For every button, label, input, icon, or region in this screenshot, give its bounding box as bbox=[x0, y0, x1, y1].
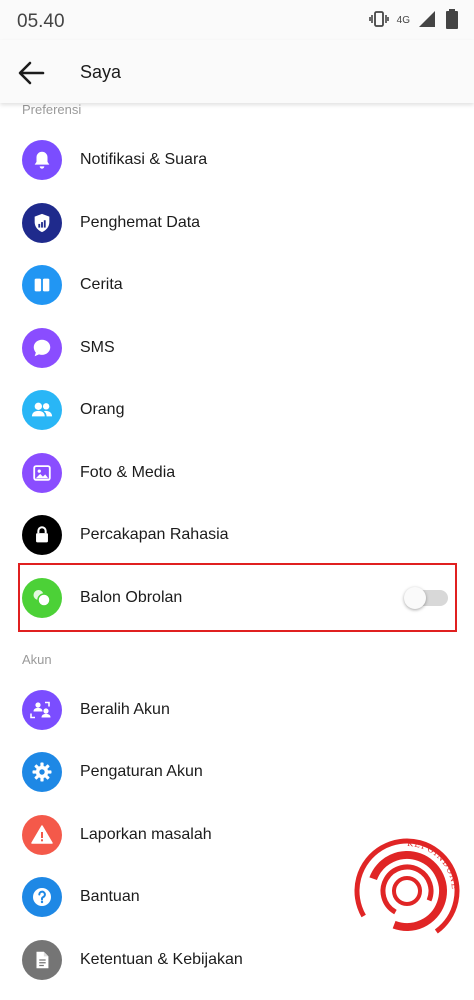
settings-item-notifications[interactable]: Notifikasi & Suara bbox=[0, 129, 474, 191]
settings-item-label: Notifikasi & Suara bbox=[80, 151, 208, 168]
lock-icon bbox=[22, 515, 62, 555]
settings-item-sms[interactable]: SMS bbox=[0, 317, 474, 379]
settings-item-people[interactable]: Orang bbox=[0, 379, 474, 441]
help-icon bbox=[22, 877, 62, 917]
battery-icon bbox=[444, 8, 460, 34]
settings-item-data-saver[interactable]: Penghemat Data bbox=[0, 192, 474, 254]
chat-bubble-icon bbox=[22, 328, 62, 368]
settings-item-label: Cerita bbox=[80, 276, 123, 293]
network-type-label: 4G bbox=[396, 15, 410, 26]
settings-item-label: SMS bbox=[80, 339, 115, 356]
settings-item-stories[interactable]: Cerita bbox=[0, 254, 474, 316]
switch-account-icon bbox=[22, 690, 62, 730]
settings-item-photos-media[interactable]: Foto & Media bbox=[0, 442, 474, 504]
settings-item-label: Percakapan Rahasia bbox=[80, 526, 229, 543]
bell-icon bbox=[22, 140, 62, 180]
gear-icon bbox=[22, 752, 62, 792]
document-icon bbox=[22, 940, 62, 980]
signal-icon bbox=[418, 10, 436, 33]
settings-item-label: Pengaturan Akun bbox=[80, 763, 203, 780]
app-bar: Saya bbox=[0, 40, 474, 103]
page-title: Saya bbox=[80, 62, 122, 82]
back-arrow-icon bbox=[18, 61, 45, 85]
warning-icon bbox=[22, 815, 62, 855]
back-button[interactable] bbox=[12, 54, 50, 92]
settings-item-label: Penghemat Data bbox=[80, 214, 201, 231]
vibrate-icon bbox=[368, 10, 389, 33]
settings-item-label: Foto & Media bbox=[80, 464, 176, 481]
section-header-account: Akun bbox=[22, 652, 52, 667]
highlight-box bbox=[18, 563, 457, 632]
image-icon bbox=[22, 453, 62, 493]
status-bar: 05.40 4G bbox=[0, 0, 474, 40]
settings-item-secret-conversations[interactable]: Percakapan Rahasia bbox=[0, 504, 474, 566]
settings-item-label: Laporkan masalah bbox=[80, 826, 212, 843]
settings-item-label: Beralih Akun bbox=[80, 701, 170, 718]
settings-item-switch-account[interactable]: Beralih Akun bbox=[0, 679, 474, 741]
settings-item-label: Bantuan bbox=[80, 888, 140, 905]
status-icons: 4G bbox=[368, 8, 460, 34]
settings-item-account-settings[interactable]: Pengaturan Akun bbox=[0, 741, 474, 803]
watermark-logo: KEPOINDONESIA bbox=[350, 831, 460, 944]
status-time: 05.40 bbox=[17, 11, 65, 32]
section-header-preferences: Preferensi bbox=[22, 102, 82, 117]
settings-item-label: Orang bbox=[80, 401, 125, 418]
stories-icon bbox=[22, 265, 62, 305]
people-icon bbox=[22, 390, 62, 430]
settings-item-label: Ketentuan & Kebijakan bbox=[80, 951, 243, 968]
data-saver-shield-icon bbox=[22, 203, 62, 243]
